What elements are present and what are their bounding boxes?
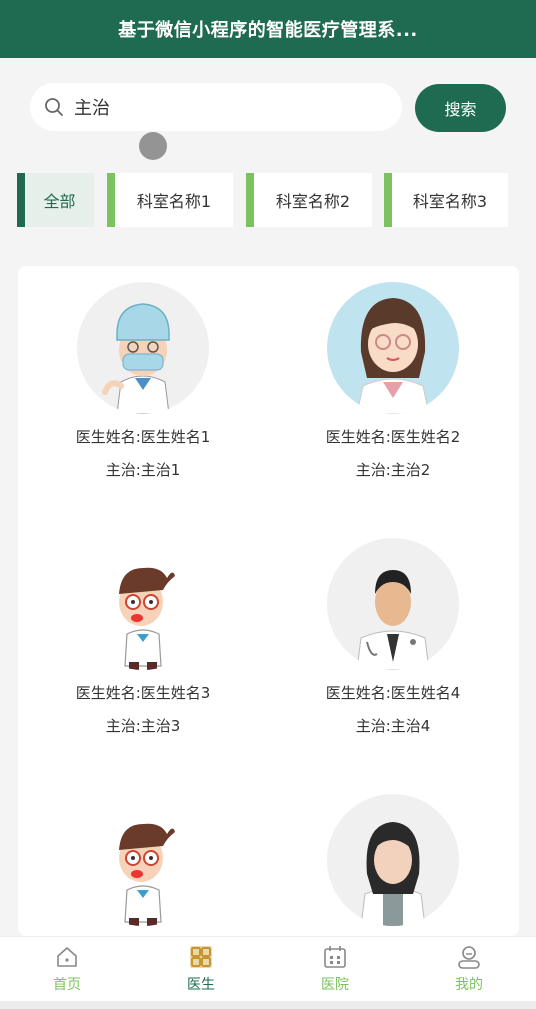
tabbar-item-hospital[interactable]: 医院: [268, 937, 402, 1001]
doctor-name: 医生姓名:医生姓名2: [325, 428, 461, 446]
department-tabs: 全部 科室名称1 科室名称2 科室名称3: [17, 173, 536, 227]
doctor-card[interactable]: 医生姓名:医生姓名1 主治:主治1: [18, 266, 268, 522]
page-title: 基于微信小程序的智能医疗管理系...: [118, 20, 418, 41]
doctor-name: 医生姓名:医生姓名4: [325, 684, 461, 702]
doctor-specialty: 主治:主治3: [105, 717, 181, 735]
tab-all[interactable]: 全部: [17, 173, 94, 227]
tabbar-label: 我的: [455, 977, 483, 993]
doctor-avatar: [327, 282, 459, 414]
doctor-specialty: 主治:主治2: [355, 461, 431, 479]
doctor-name: 医生姓名:医生姓名3: [75, 684, 211, 702]
home-icon: [57, 947, 77, 967]
doctor-grid: 医生姓名:医生姓名1 主治:主治1 医生姓名:医生姓名2 主治:主治2 医生姓名…: [18, 266, 519, 936]
tabbar-label: 首页: [53, 977, 81, 993]
doctor-card[interactable]: 医生姓名:医生姓名2 主治:主治2: [268, 266, 518, 522]
search-button[interactable]: 搜索: [415, 84, 506, 132]
calendar-icon: [324, 946, 346, 968]
doctor-specialty: 主治:主治4: [355, 717, 431, 735]
doctor-avatar: [77, 538, 209, 670]
doctor-specialty: 主治:主治1: [105, 461, 181, 479]
doctor-card[interactable]: 医生姓名:医生姓名4 主治:主治4: [268, 522, 518, 778]
search-row: 搜索: [0, 58, 536, 158]
doctor-card[interactable]: [18, 778, 268, 936]
touch-indicator: [139, 132, 167, 160]
tabbar-label: 医院: [321, 977, 349, 993]
doctor-card[interactable]: 医生姓名:医生姓名3 主治:主治3: [18, 522, 268, 778]
tabbar-label: 医生: [187, 977, 215, 993]
doctor-avatar: [327, 538, 459, 670]
app-header: 基于微信小程序的智能医疗管理系...: [0, 0, 536, 58]
tab-department-2[interactable]: 科室名称2: [246, 173, 372, 227]
tab-department-1[interactable]: 科室名称1: [107, 173, 233, 227]
bottom-strip: [0, 1001, 536, 1009]
bottom-tabbar: 首页 医生 医院 我的: [0, 936, 536, 1001]
tabbar-item-home[interactable]: 首页: [0, 937, 134, 1001]
search-icon: [45, 98, 63, 116]
tabbar-item-mine[interactable]: 我的: [402, 937, 536, 1001]
tabbar-item-doctor[interactable]: 医生: [134, 937, 268, 1001]
doctor-card[interactable]: [268, 778, 518, 936]
search-box[interactable]: [30, 83, 402, 131]
grid-icon: [190, 946, 212, 968]
doctor-avatar: [77, 794, 209, 926]
doctor-name: 医生姓名:医生姓名1: [75, 428, 211, 446]
doctor-avatar: [327, 794, 459, 926]
search-input[interactable]: [74, 96, 374, 118]
tab-department-3[interactable]: 科室名称3: [384, 173, 508, 227]
user-icon: [458, 946, 480, 969]
doctor-avatar: [77, 282, 209, 414]
